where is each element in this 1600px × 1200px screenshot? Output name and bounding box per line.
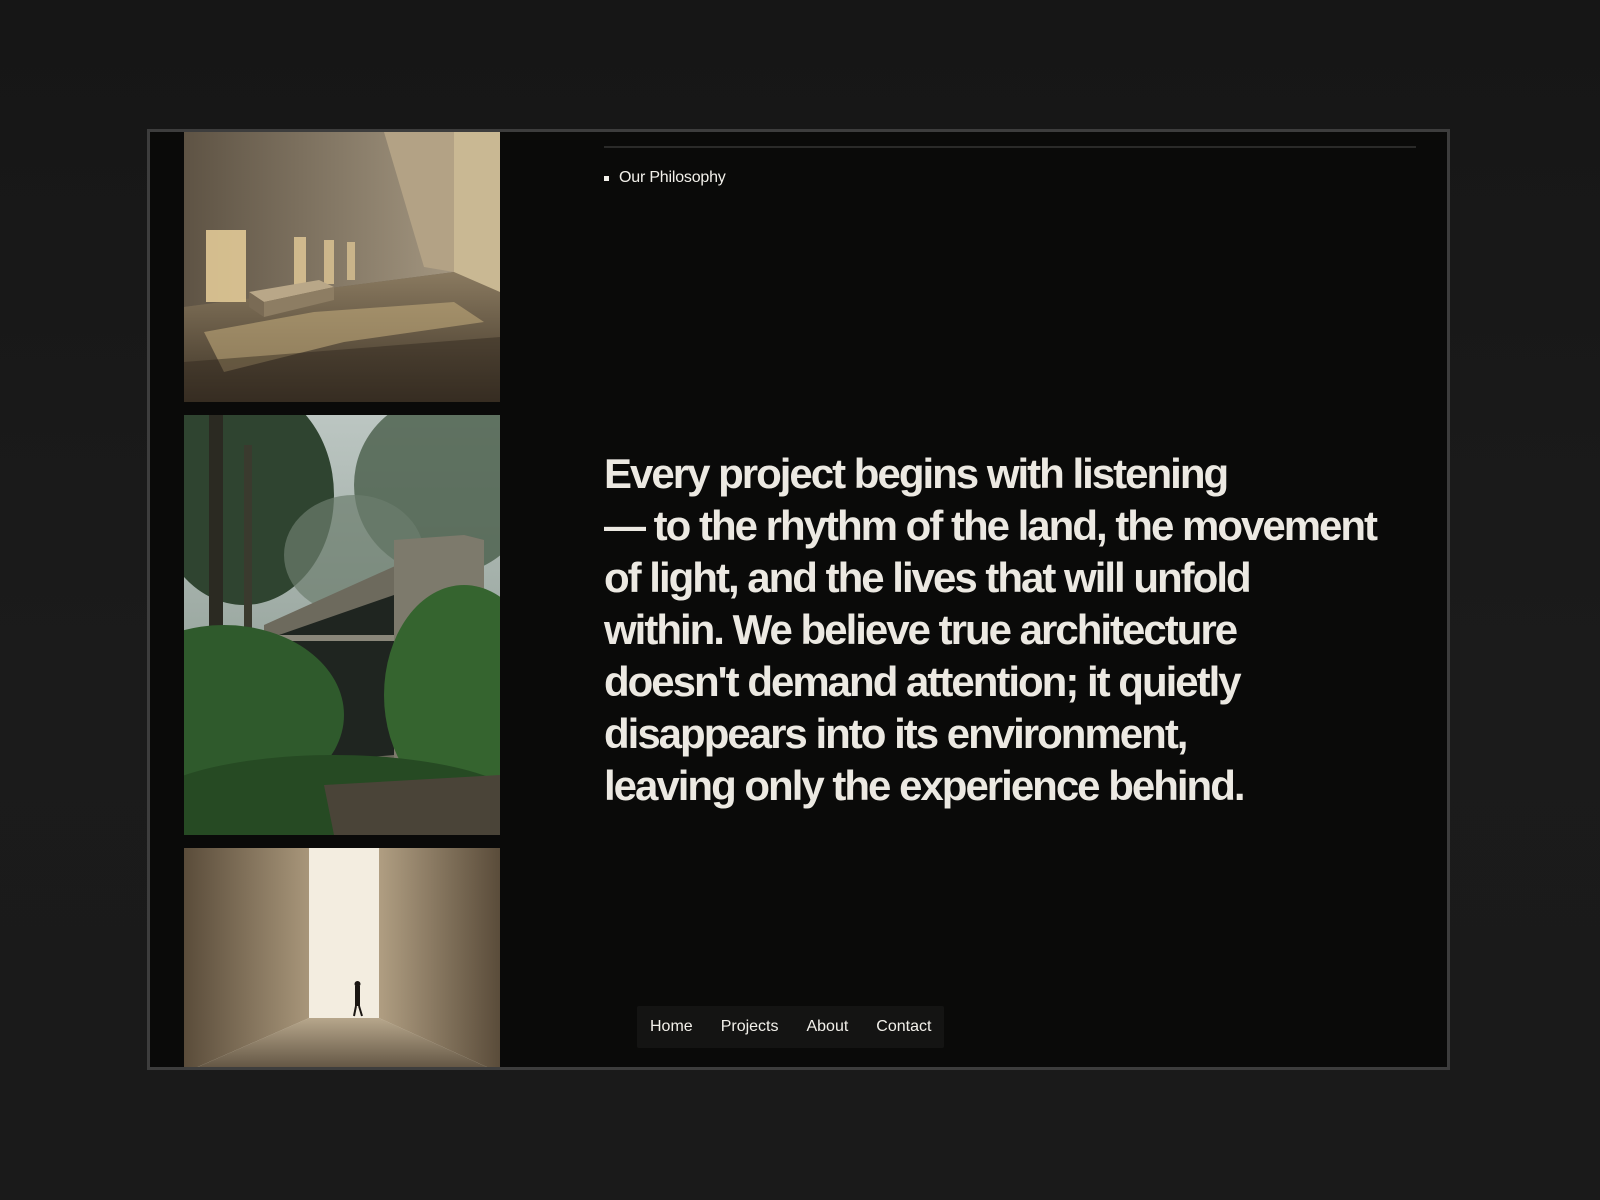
- square-bullet-icon: [604, 175, 609, 181]
- eyebrow-label: Our Philosophy: [619, 169, 726, 186]
- forest-house-photo: [184, 415, 500, 835]
- statement-line: within. We believe true architecture: [604, 606, 1238, 653]
- narrow-passage-photo: [184, 848, 500, 1067]
- section-eyebrow: Our Philosophy: [604, 169, 726, 187]
- nav-home-link[interactable]: Home: [650, 1018, 693, 1036]
- image-column: [184, 132, 500, 1067]
- statement-line: doesn't demand attention; it quietly: [604, 658, 1242, 705]
- statement-line: Every project begins with listening: [604, 450, 1229, 497]
- section-divider: [604, 146, 1416, 148]
- statement-line: leaving only the experience behind.: [604, 762, 1246, 809]
- stone-corridor-photo: [184, 132, 500, 402]
- nav-about-link[interactable]: About: [806, 1018, 848, 1036]
- nav-projects-link[interactable]: Projects: [721, 1018, 779, 1036]
- nav-contact-link[interactable]: Contact: [876, 1018, 931, 1036]
- statement-line: disappears into its environment,: [604, 710, 1188, 757]
- statement-line: of light, and the lives that will unfold: [604, 554, 1252, 601]
- philosophy-section: Our Philosophy Every project begins with…: [147, 129, 1450, 1070]
- statement-line: — to the rhythm of the land, the movemen…: [604, 502, 1378, 549]
- philosophy-statement: Every project begins with listening — to…: [604, 448, 1404, 812]
- bottom-nav: Home Projects About Contact: [637, 1006, 945, 1048]
